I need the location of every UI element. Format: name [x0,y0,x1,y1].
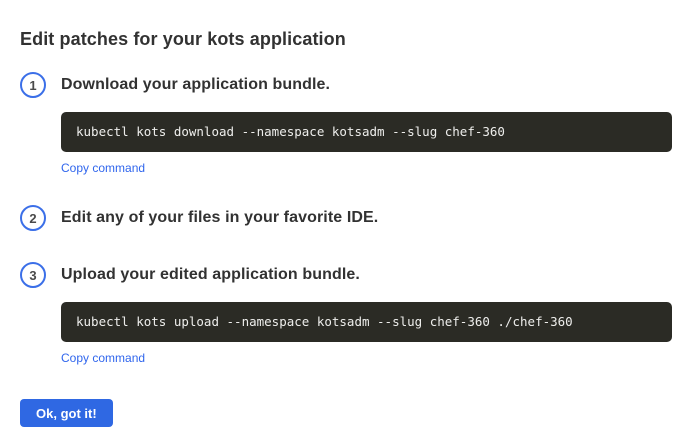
upload-command-snippet: kubectl kots upload --namespace kotsadm … [61,302,672,342]
ok-got-it-button[interactable]: Ok, got it! [20,399,113,427]
step-number-badge-1: 1 [20,72,46,98]
step-header: 3 Upload your edited application bundle. [20,262,670,288]
page-title: Edit patches for your kots application [20,29,670,50]
step-heading-edit: Edit any of your files in your favorite … [61,209,378,227]
footer: Ok, got it! [20,399,670,427]
step-number-badge-2: 2 [20,205,46,231]
download-command-snippet: kubectl kots download --namespace kotsad… [61,112,672,152]
step-number-badge-3: 3 [20,262,46,288]
step-header: 1 Download your application bundle. [20,72,670,98]
step-download-bundle: 1 Download your application bundle. kube… [20,72,670,177]
step-edit-files: 2 Edit any of your files in your favorit… [20,205,670,231]
step-body: kubectl kots download --namespace kotsad… [61,112,670,177]
step-body: kubectl kots upload --namespace kotsadm … [61,302,670,367]
step-header: 2 Edit any of your files in your favorit… [20,205,670,231]
edit-patches-panel: Edit patches for your kots application 1… [0,0,690,427]
copy-download-command-link[interactable]: Copy command [61,161,145,175]
step-heading-download: Download your application bundle. [61,76,330,94]
step-heading-upload: Upload your edited application bundle. [61,266,360,284]
copy-upload-command-link[interactable]: Copy command [61,351,145,365]
step-upload-bundle: 3 Upload your edited application bundle.… [20,262,670,367]
